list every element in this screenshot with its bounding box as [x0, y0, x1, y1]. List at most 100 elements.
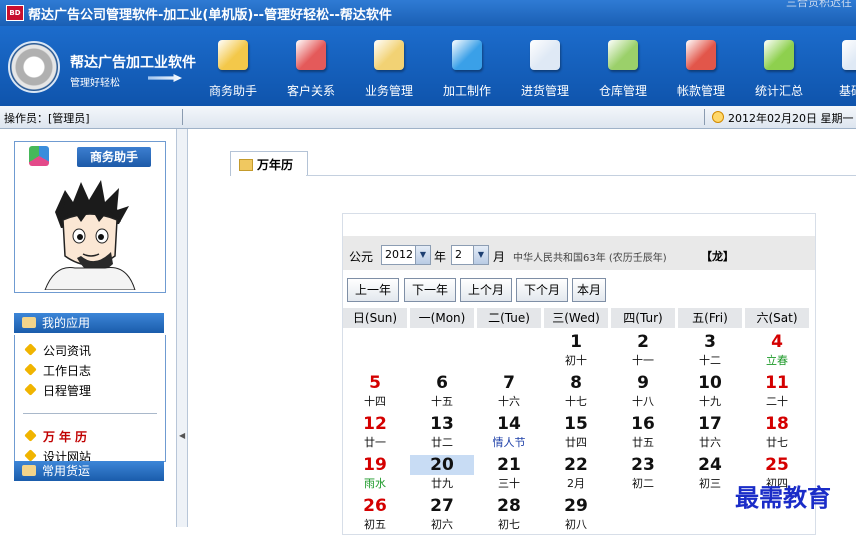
toolbar-button[interactable]: 加工制作 — [428, 26, 506, 106]
day-number: 22 — [564, 455, 588, 475]
section-label: 常用货运 — [42, 464, 91, 478]
toolbar-button-label: 统计汇总 — [754, 84, 803, 98]
toolbar-button-label: 商务助手 — [208, 84, 257, 98]
main-toolbar: 帮达广告加工业软件 管理好轻松 商务助手 客户关系 业务管理 加工制作 进货管理 仓库管理… — [0, 26, 856, 106]
day-number: 3 — [704, 332, 716, 352]
toolbar-button[interactable]: 进货管理 — [506, 26, 584, 106]
calendar-day[interactable]: 5 十四 — [343, 373, 407, 413]
next-month-button[interactable]: 下个月 — [516, 278, 568, 302]
day-number: 7 — [503, 373, 515, 393]
toolbar-button-label: 客户关系 — [286, 84, 335, 98]
calendar-day[interactable]: 10 十九 — [678, 373, 742, 413]
cube-icon — [24, 383, 37, 396]
notepad-icon — [530, 40, 560, 70]
toolbar-button[interactable]: 业务管理 — [350, 26, 428, 106]
calendar-day[interactable]: 29 初八 — [544, 496, 608, 536]
watermark: 最需教育 — [735, 483, 831, 512]
toolbar-button[interactable]: 仓库管理 — [584, 26, 662, 106]
status-separator — [704, 109, 705, 125]
calendar-day[interactable]: 28 初七 — [477, 496, 541, 536]
lunar-date: 初六 — [431, 518, 453, 531]
calendar-day[interactable]: 26 初五 — [343, 496, 407, 536]
calendar-day[interactable]: 7 十六 — [477, 373, 541, 413]
calendar-day[interactable]: 15 廿四 — [544, 414, 608, 454]
chevron-down-icon[interactable]: ▼ — [473, 246, 488, 264]
day-number: 16 — [631, 414, 655, 434]
chevron-down-icon[interactable]: ▼ — [415, 246, 430, 264]
prev-year-button[interactable]: 上一年 — [347, 278, 399, 302]
calendar-day[interactable]: 1 初十 — [544, 332, 608, 372]
calendar-day[interactable]: 18 廿七 — [745, 414, 809, 454]
calendar-day[interactable]: 3 十二 — [678, 332, 742, 372]
toolbar-button[interactable]: 基础设 — [818, 26, 856, 106]
weekday-header: 六(Sat) — [745, 308, 809, 328]
prev-month-button[interactable]: 上个月 — [460, 278, 512, 302]
tab-calendar[interactable]: 万年历 — [230, 151, 308, 176]
lunar-date: 十四 — [364, 395, 386, 408]
day-number: 2 — [637, 332, 649, 352]
cubes-icon — [29, 146, 49, 166]
lunar-date: 三十 — [498, 477, 520, 490]
section-my-apps[interactable]: 我的应用 — [14, 313, 164, 333]
calendar-controls: 公元 2012 ▼ 年 2 ▼ 月 中华人民共和国63年 (农历壬辰年) 【龙】 — [343, 236, 815, 270]
gear-logo-icon — [8, 41, 60, 93]
calendar-day-today[interactable]: 20 廿九 — [410, 455, 474, 495]
cube-icon — [24, 449, 37, 462]
calendar-day[interactable]: 24 初三 — [678, 455, 742, 495]
lunar-date: 廿六 — [699, 436, 721, 449]
month-select[interactable]: 2 ▼ — [451, 245, 489, 265]
weekday-header: 四(Tur) — [611, 308, 675, 328]
lunar-date: 初十 — [565, 354, 587, 367]
calendar-day[interactable]: 4 立春 — [745, 332, 809, 372]
cube-icon — [24, 343, 37, 356]
calendar-day[interactable]: 8 十七 — [544, 373, 608, 413]
main-area: 万年历 公元 2012 ▼ 年 2 ▼ 月 中华人民共和国63年 (农历壬辰年)… — [188, 129, 856, 535]
calendar-day[interactable]: 9 十八 — [611, 373, 675, 413]
month-label: 月 — [493, 250, 506, 264]
calendar-day[interactable]: 13 廿二 — [410, 414, 474, 454]
day-number: 11 — [765, 373, 789, 393]
weekday-header: 三(Wed) — [544, 308, 608, 328]
lunar-date: 廿二 — [431, 436, 453, 449]
calendar-day[interactable]: 19 雨水 — [343, 455, 407, 495]
calendar-day[interactable]: 2 十一 — [611, 332, 675, 372]
lunar-date: 十五 — [431, 395, 453, 408]
calendar-day[interactable]: 21 三十 — [477, 455, 541, 495]
section-common-goods[interactable]: 常用货运 — [14, 461, 164, 481]
window-title: 帮达广告公司管理软件-加工业(单机版)--管理好轻松--帮达软件 — [28, 8, 392, 23]
operator-label: 操作员：[管理员] — [4, 112, 90, 125]
lunar-date: 十九 — [699, 395, 721, 408]
assistant-title[interactable]: 商务助手 — [77, 147, 151, 167]
calendar-day[interactable]: 16 廿五 — [611, 414, 675, 454]
next-year-button[interactable]: 下一年 — [404, 278, 456, 302]
calendar-day[interactable]: 14 情人节 — [477, 414, 541, 454]
toolbar-button[interactable]: 统计汇总 — [740, 26, 818, 106]
toolbar-button[interactable]: 商务助手 — [194, 26, 272, 106]
this-month-button[interactable]: 本月 — [572, 278, 606, 302]
calendar-day[interactable]: 6 十五 — [410, 373, 474, 413]
toolbar-button[interactable]: 客户关系 — [272, 26, 350, 106]
panel-splitter[interactable]: ◀ — [176, 129, 188, 527]
calendar-day[interactable]: 23 初二 — [611, 455, 675, 495]
calendar-day[interactable]: 27 初六 — [410, 496, 474, 536]
calendar-day[interactable]: 22 2月 — [544, 455, 608, 495]
calendar-day[interactable]: 12 廿一 — [343, 414, 407, 454]
day-number: 1 — [570, 332, 582, 352]
lunar-date: 初八 — [565, 518, 587, 531]
year-select[interactable]: 2012 ▼ — [381, 245, 431, 265]
day-number: 10 — [698, 373, 722, 393]
day-number: 5 — [369, 373, 381, 393]
calendar-day[interactable]: 11 二十 — [745, 373, 809, 413]
day-number: 6 — [436, 373, 448, 393]
app-list-item-label: 万年历 — [43, 430, 92, 444]
day-number: 20 — [410, 455, 474, 475]
lunar-year-info: 中华人民共和国63年 (农历壬辰年) — [513, 253, 667, 264]
ledger-icon — [686, 40, 716, 70]
arrow-icon — [148, 74, 182, 82]
lunar-date: 十六 — [498, 395, 520, 408]
lunar-date: 二十 — [766, 395, 788, 408]
collapse-arrow-icon[interactable]: ◀ — [179, 431, 185, 440]
calendar-day[interactable]: 17 廿六 — [678, 414, 742, 454]
toolbar-button[interactable]: 帐款管理 — [662, 26, 740, 106]
lunar-date: 十二 — [699, 354, 721, 367]
